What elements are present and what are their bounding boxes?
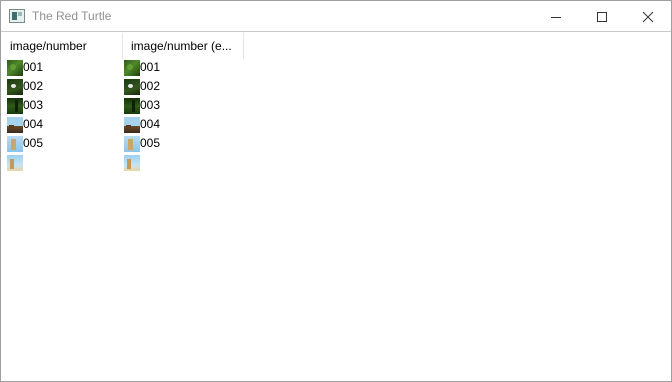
row-number: 002 bbox=[23, 79, 44, 93]
table-row[interactable]: 001 001 bbox=[1, 58, 301, 77]
row-number: 005 bbox=[140, 136, 161, 150]
row-number: 003 bbox=[23, 98, 44, 112]
table-row[interactable] bbox=[1, 153, 301, 172]
jungle-thumbnail-icon bbox=[124, 97, 140, 114]
table-cell[interactable]: 003 bbox=[124, 96, 160, 115]
table-cell[interactable]: 004 bbox=[124, 115, 160, 134]
maximize-button[interactable] bbox=[579, 1, 625, 32]
minimize-button[interactable] bbox=[533, 1, 579, 32]
row-number: 001 bbox=[140, 60, 161, 74]
beach-thumbnail-icon bbox=[7, 154, 23, 171]
table-cell[interactable]: 004 bbox=[7, 115, 43, 134]
close-icon bbox=[642, 11, 654, 22]
coast-thumbnail-icon bbox=[124, 116, 140, 133]
table-cell[interactable]: 005 bbox=[7, 134, 43, 153]
app-window: The Red Turtle image/number image/number… bbox=[0, 0, 672, 382]
table-cell[interactable]: 005 bbox=[124, 134, 160, 153]
row-number: 001 bbox=[23, 60, 44, 74]
forest-thumbnail-icon bbox=[124, 59, 140, 76]
row-number: 004 bbox=[23, 117, 44, 131]
table-cell[interactable]: 001 bbox=[124, 58, 160, 77]
row-number: 004 bbox=[140, 117, 161, 131]
table-cell[interactable]: 002 bbox=[124, 77, 160, 96]
table-row[interactable]: 003 003 bbox=[1, 96, 301, 115]
window-title: The Red Turtle bbox=[32, 9, 112, 23]
table-header: image/number image/number (e... bbox=[2, 33, 672, 59]
dark-forest-thumbnail-icon bbox=[7, 78, 23, 95]
row-number: 003 bbox=[140, 98, 161, 112]
minimize-icon bbox=[551, 16, 561, 18]
beach-thumbnail-icon bbox=[124, 154, 140, 171]
table-cell[interactable] bbox=[124, 153, 140, 172]
cliff-thumbnail-icon bbox=[7, 135, 23, 152]
close-button[interactable] bbox=[625, 1, 671, 32]
title-bar[interactable]: The Red Turtle bbox=[1, 1, 671, 32]
table-row[interactable]: 004 004 bbox=[1, 115, 301, 134]
table-cell[interactable]: 002 bbox=[7, 77, 43, 96]
dark-forest-thumbnail-icon bbox=[124, 78, 140, 95]
table-row[interactable]: 002 002 bbox=[1, 77, 301, 96]
row-number: 002 bbox=[140, 79, 161, 93]
table-cell[interactable]: 003 bbox=[7, 96, 43, 115]
table-cell[interactable]: 001 bbox=[7, 58, 43, 77]
jungle-thumbnail-icon bbox=[7, 97, 23, 114]
app-window-icon bbox=[9, 9, 25, 23]
table-cell[interactable] bbox=[7, 153, 23, 172]
cliff-thumbnail-icon bbox=[124, 135, 140, 152]
maximize-icon bbox=[597, 11, 607, 22]
column-header-image-number[interactable]: image/number bbox=[2, 33, 123, 59]
forest-thumbnail-icon bbox=[7, 59, 23, 76]
column-header-image-number-elided[interactable]: image/number (e... bbox=[123, 33, 244, 59]
coast-thumbnail-icon bbox=[7, 116, 23, 133]
row-number: 005 bbox=[23, 136, 44, 150]
table-row[interactable]: 005 005 bbox=[1, 134, 301, 153]
